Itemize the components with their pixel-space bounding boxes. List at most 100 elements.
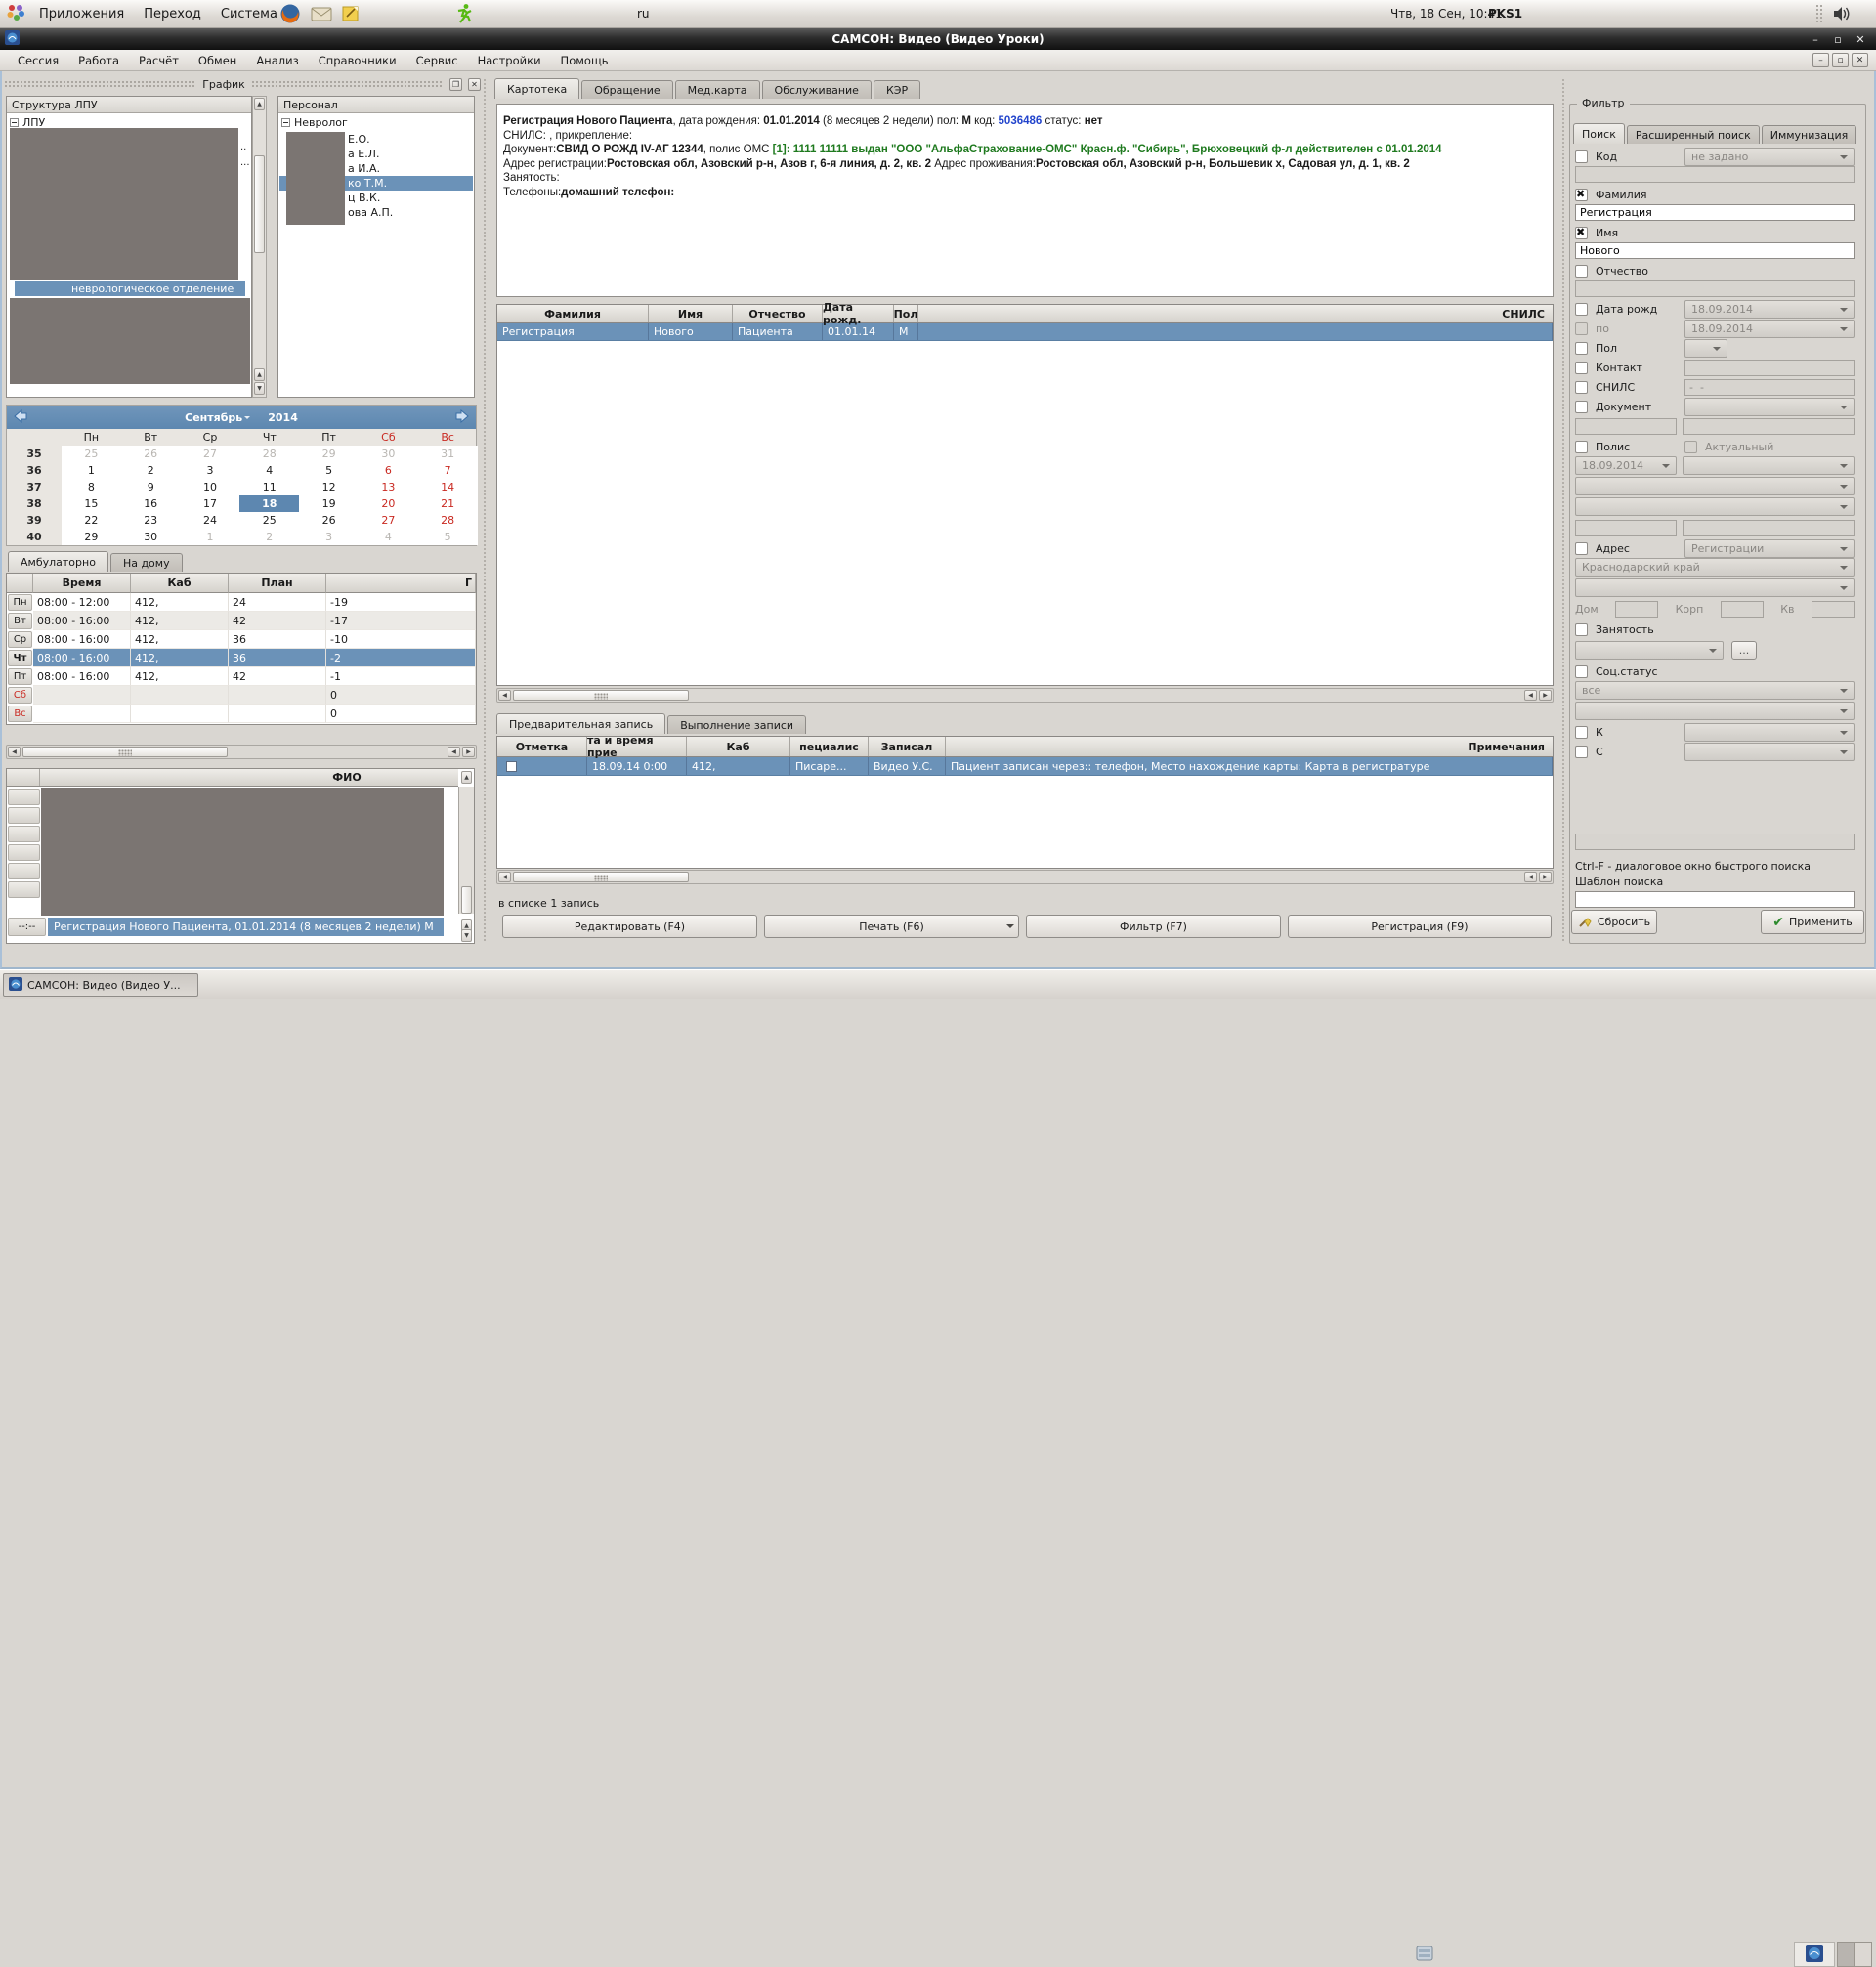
document-series-input[interactable] xyxy=(1575,418,1677,435)
calendar-day[interactable]: 4 xyxy=(239,462,299,479)
calendar-day[interactable]: 21 xyxy=(418,495,478,512)
flat-input[interactable] xyxy=(1812,601,1855,618)
contact-input[interactable] xyxy=(1684,360,1855,376)
calendar-day[interactable]: 24 xyxy=(181,512,240,529)
calendar-day[interactable]: 27 xyxy=(181,446,240,462)
birthdate-to-checkbox[interactable] xyxy=(1575,322,1588,335)
volume-icon[interactable] xyxy=(1833,6,1853,24)
calendar-day[interactable]: 11 xyxy=(239,479,299,495)
minimize-icon[interactable]: – xyxy=(1806,31,1825,47)
firstname-input[interactable] xyxy=(1575,242,1855,259)
document-checkbox[interactable] xyxy=(1575,401,1588,413)
appointments-row-selected[interactable]: 18.09.14 0:00 412, Писаре... Видео У.С. … xyxy=(497,757,1553,776)
scroll-grip[interactable] xyxy=(22,747,228,757)
filter-extra-input[interactable] xyxy=(1575,834,1855,850)
row-header[interactable] xyxy=(8,844,40,861)
policy-actual-checkbox[interactable] xyxy=(1684,441,1697,453)
scroll-left-icon[interactable]: ◀ xyxy=(1524,872,1537,882)
calendar-day[interactable]: 30 xyxy=(121,529,181,545)
notes-launcher-icon[interactable] xyxy=(342,5,360,25)
table-cell[interactable]: 08:00 - 16:00 xyxy=(33,612,131,630)
table-cell-selected[interactable]: 08:00 - 16:00 xyxy=(33,649,131,667)
calendar-day[interactable]: 28 xyxy=(239,446,299,462)
contact-checkbox[interactable] xyxy=(1575,362,1588,374)
print-button[interactable]: Печать (F6) xyxy=(764,915,1019,938)
menu-settings[interactable]: Настройки xyxy=(468,50,551,70)
employment-more-button[interactable]: ... xyxy=(1731,641,1757,660)
tab-ambulatory[interactable]: Амбулаторно xyxy=(8,551,108,572)
print-dropdown-icon[interactable] xyxy=(1002,916,1018,937)
row-header[interactable] xyxy=(8,807,40,824)
table-cell[interactable]: 412, xyxy=(131,630,229,649)
k-combo[interactable] xyxy=(1684,723,1855,742)
scroll-up-icon[interactable]: ▲ xyxy=(254,368,265,381)
calendar-day[interactable]: 7 xyxy=(418,462,478,479)
scroll-left-icon[interactable]: ◀ xyxy=(1524,690,1537,701)
table-cell[interactable] xyxy=(33,686,131,705)
tab-visit[interactable]: Обращение xyxy=(581,80,672,99)
table-cell[interactable]: 412, xyxy=(131,667,229,686)
table-cell[interactable]: 0 xyxy=(326,686,476,705)
table-cell[interactable]: -19 xyxy=(326,593,476,612)
applications-menu-icon[interactable] xyxy=(6,3,25,25)
lastname-checkbox[interactable] xyxy=(1575,189,1588,201)
code-input[interactable] xyxy=(1575,166,1855,183)
scroll-grip[interactable] xyxy=(461,886,472,914)
scroll-down-icon[interactable]: ▼ xyxy=(461,929,472,942)
table-cell[interactable] xyxy=(229,705,326,723)
birthdate-combo[interactable]: 18.09.2014 xyxy=(1684,300,1855,319)
calendar-day[interactable]: 5 xyxy=(299,462,359,479)
row-header[interactable] xyxy=(8,863,40,879)
taskbar-window-button[interactable]: САМСОН: Видео (Видео У... xyxy=(3,973,198,997)
mark-checkbox[interactable] xyxy=(506,761,517,772)
calendar-day[interactable]: 31 xyxy=(418,446,478,462)
house-input[interactable] xyxy=(1615,601,1658,618)
scroll-grip[interactable] xyxy=(513,872,689,882)
patients-row-selected[interactable]: Регистрация Нового Пациента 01.01.14 М xyxy=(497,323,1553,341)
calendar-day[interactable]: 27 xyxy=(359,512,418,529)
employment-checkbox[interactable] xyxy=(1575,623,1588,636)
table-cell[interactable]: 412, xyxy=(131,612,229,630)
queue-row-selected[interactable]: Регистрация Нового Пациента, 01.01.2014 … xyxy=(48,918,444,936)
edit-button[interactable]: Редактировать (F4) xyxy=(502,915,757,938)
table-cell-selected[interactable]: 412, xyxy=(131,649,229,667)
sex-combo[interactable] xyxy=(1684,339,1727,358)
dock-splitter[interactable] xyxy=(1561,78,1566,942)
tab-ker[interactable]: КЭР xyxy=(874,80,920,99)
mdi-minimize-icon[interactable]: – xyxy=(1812,53,1829,67)
calendar-day[interactable]: 3 xyxy=(299,529,359,545)
address-region-combo[interactable]: Краснодарский край xyxy=(1575,558,1855,577)
tree-item-neurology-dept[interactable]: неврологическое отделение xyxy=(15,281,245,296)
calendar-day[interactable]: 13 xyxy=(359,479,418,495)
tab-card-index[interactable]: Картотека xyxy=(494,78,579,99)
corp-input[interactable] xyxy=(1721,601,1764,618)
table-cell[interactable]: 08:00 - 16:00 xyxy=(33,667,131,686)
calendar-day[interactable]: 29 xyxy=(62,529,121,545)
month-dropdown-icon[interactable] xyxy=(244,416,250,422)
menu-session[interactable]: Сессия xyxy=(8,50,68,70)
calendar-day[interactable]: 20 xyxy=(359,495,418,512)
tab-appointment-done[interactable]: Выполнение записи xyxy=(667,715,806,734)
table-cell[interactable]: -1 xyxy=(326,667,476,686)
calendar-day[interactable]: 16 xyxy=(121,495,181,512)
tab-immunization[interactable]: Иммунизация xyxy=(1762,125,1857,144)
maximize-icon[interactable]: ▫ xyxy=(1828,31,1848,47)
address-city-combo[interactable] xyxy=(1575,578,1855,597)
queue-time-cell[interactable]: --:-- xyxy=(8,918,46,936)
personnel-tree-root[interactable]: Невролог xyxy=(278,113,474,131)
tab-pre-appointment[interactable]: Предварительная запись xyxy=(496,713,665,734)
schedule-dock-titlebar[interactable]: График ❐ ✕ xyxy=(4,76,481,92)
scroll-grip[interactable] xyxy=(254,155,265,253)
mail-launcher-icon[interactable] xyxy=(311,6,332,24)
dock-float-icon[interactable]: ❐ xyxy=(449,78,462,91)
menu-calc[interactable]: Расчёт xyxy=(129,50,189,70)
table-cell[interactable]: 08:00 - 16:00 xyxy=(33,630,131,649)
table-cell[interactable]: 42 xyxy=(229,612,326,630)
policy-number-input[interactable] xyxy=(1683,520,1855,536)
document-type-combo[interactable] xyxy=(1684,398,1855,416)
calendar-day[interactable]: 25 xyxy=(239,512,299,529)
scroll-up-icon[interactable]: ▲ xyxy=(461,771,472,784)
calendar-day[interactable]: 10 xyxy=(181,479,240,495)
calendar-day[interactable]: 25 xyxy=(62,446,121,462)
calendar-day[interactable]: 6 xyxy=(359,462,418,479)
